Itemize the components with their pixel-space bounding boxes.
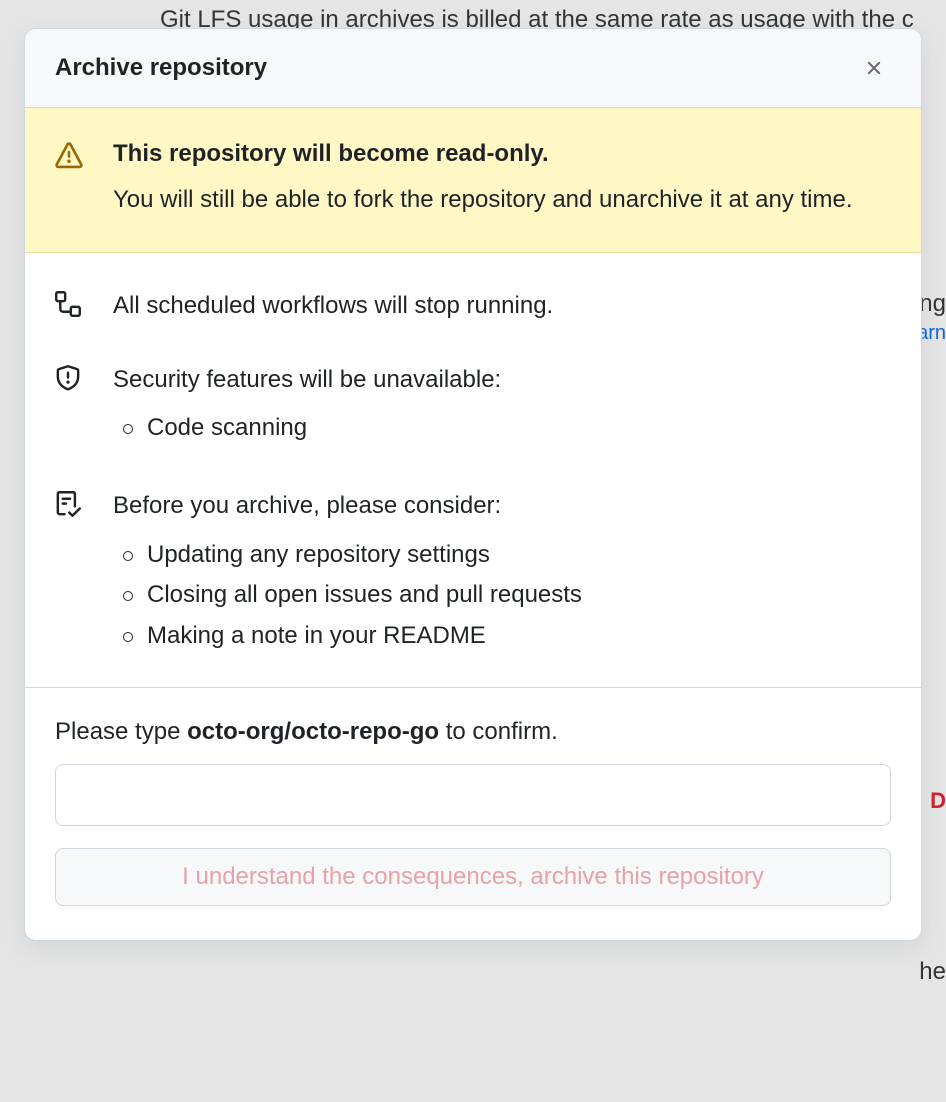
list-item: Closing all open issues and pull request… [113,575,891,616]
list-item: Updating any repository settings [113,535,891,576]
shield-icon [55,363,83,449]
background-text: D [930,788,946,814]
dialog-header: Archive repository [25,29,921,108]
consider-info: Before you archive, please consider: Upd… [55,489,891,657]
alert-icon [55,140,83,218]
confirm-input[interactable] [55,764,891,826]
background-text: ng [919,290,946,318]
confirm-label: Please type octo-org/octo-repo-go to con… [55,718,891,746]
workflow-icon [55,289,83,323]
close-icon [863,57,885,79]
archive-repository-dialog: Archive repository This repository will … [24,28,922,941]
security-title: Security features will be unavailable: [113,363,891,397]
dialog-title: Archive repository [55,54,267,82]
confirm-section: Please type octo-org/octo-repo-go to con… [25,688,921,940]
warning-title: This repository will become read-only. [113,140,891,168]
warning-banner: This repository will become read-only. Y… [25,108,921,253]
consider-title: Before you archive, please consider: [113,489,891,523]
warning-content: This repository will become read-only. Y… [113,140,891,218]
security-list: Code scanning [113,408,891,449]
dialog-body: All scheduled workflows will stop runnin… [25,253,921,688]
background-text: he [919,958,946,986]
consider-list: Updating any repository settings Closing… [113,535,891,657]
security-info: Security features will be unavailable: C… [55,363,891,449]
checklist-icon [55,489,83,657]
list-item: Making a note in your README [113,616,891,657]
archive-confirm-button[interactable]: I understand the consequences, archive t… [55,848,891,906]
list-item: Code scanning [113,408,891,449]
close-button[interactable] [857,51,891,85]
workflows-info: All scheduled workflows will stop runnin… [55,289,891,323]
warning-description: You will still be able to fork the repos… [113,182,891,218]
confirm-repo-name: octo-org/octo-repo-go [187,718,439,745]
workflows-text: All scheduled workflows will stop runnin… [113,289,891,323]
